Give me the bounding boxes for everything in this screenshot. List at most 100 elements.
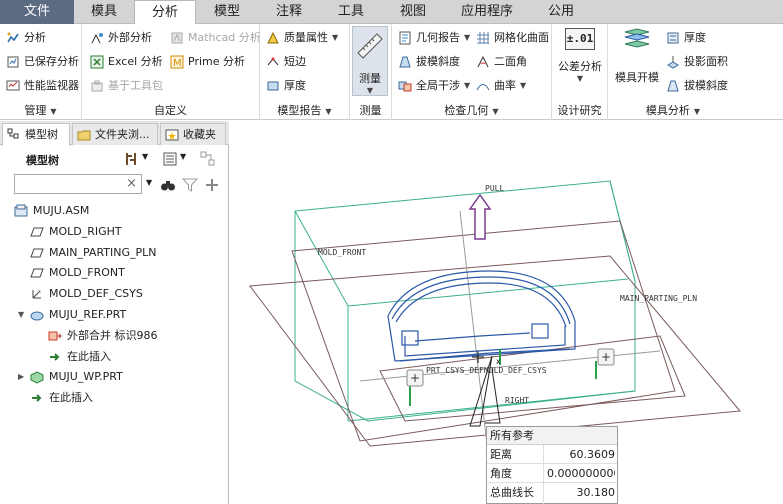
measure-row-distance: 距离 60.3609 [487, 445, 617, 464]
tab-tools[interactable]: 工具 [320, 0, 382, 24]
tab-common[interactable]: 公用 [530, 0, 592, 24]
show-dropdown-icon[interactable]: ▼ [180, 152, 186, 161]
part-geometry [387, 270, 576, 362]
tab-mold[interactable]: 模具 [74, 0, 134, 24]
projected-area-icon [667, 56, 679, 69]
search-row: × ▼ [0, 173, 229, 197]
tab-file[interactable]: 文件 [0, 0, 74, 24]
tolerance-analysis-button[interactable]: ±.01 公差分析 ▼ [555, 28, 605, 90]
global-interference-button[interactable]: 全局干涉 ▼ [398, 76, 470, 96]
short-edge-icon [267, 57, 279, 66]
curvature-button[interactable]: 曲率 ▼ [476, 76, 526, 96]
curvature-icon [476, 84, 490, 91]
tree-header: 模型树 ▼ ▼ [0, 147, 229, 171]
external-analysis-button[interactable]: 外部分析 [90, 28, 152, 48]
analysis-button[interactable]: 分析 [6, 28, 46, 48]
mesh-surface-button[interactable]: 网格化曲面 [476, 28, 549, 48]
mathcad-icon [171, 32, 183, 44]
show-list-icon[interactable] [162, 151, 178, 167]
tree-item[interactable]: MOLD_FRONT [30, 263, 125, 283]
geometry-report-button[interactable]: 几何报告 ▼ [398, 28, 470, 48]
panel-tabs: 模型树 文件夹浏... 收藏夹 [0, 121, 229, 146]
tree-item[interactable]: 外部合并 标识986 [48, 326, 158, 346]
tree-item-label: MOLD_DEF_CSYS [49, 287, 143, 301]
favorites-icon [165, 129, 179, 140]
dihedral-angle-button[interactable]: 二面角 [476, 52, 527, 72]
mass-properties-icon [267, 31, 279, 44]
mass-properties-button[interactable]: 质量属性 ▼ [266, 28, 338, 48]
workpiece-icon [30, 371, 44, 384]
tab-favorites[interactable]: 收藏夹 [160, 123, 226, 145]
tree-item[interactable]: MAIN_PARTING_PLN [30, 243, 157, 263]
tab-model[interactable]: 模型 [196, 0, 258, 24]
group-mold-analysis-label[interactable]: 模具分析 ▼ [608, 102, 738, 118]
clear-search-icon[interactable]: × [126, 176, 137, 191]
tree-item[interactable]: MOLD_RIGHT [30, 222, 122, 242]
collapse-icon[interactable]: ▼ [18, 305, 30, 325]
draft-button[interactable]: 拔模斜度 [398, 52, 460, 72]
settings-dropdown-icon[interactable]: ▼ [142, 152, 148, 161]
analysis-icon [7, 32, 19, 43]
pull-direction-arrow [468, 193, 492, 240]
tree-item[interactable]: x MOLD_DEF_CSYS [30, 284, 143, 304]
find-binoculars-icon[interactable] [160, 177, 176, 193]
performance-monitor-button[interactable]: 性能监视器 [6, 76, 79, 96]
measure-button[interactable]: 测量 ▼ [352, 26, 388, 96]
ribbon: 分析 已保存分析 性能监视器 管理 ▼ 外部分析 Mathcad 分析 Excel… [0, 24, 783, 120]
tab-folder-browser[interactable]: 文件夹浏... [72, 123, 158, 145]
measure-result-popup[interactable]: 所有参考 距离 60.3609 角度 0.000000000 总曲线长度 30.… [486, 426, 618, 504]
group-design-study: ±.01 公差分析 ▼ 设计研究 [552, 24, 608, 120]
group-custom-label: 自定义 [154, 104, 187, 117]
short-edge-button[interactable]: 短边 [266, 52, 306, 72]
mold-thickness-button[interactable]: 厚度 [666, 28, 706, 48]
external-analysis-icon [91, 33, 103, 44]
add-column-icon[interactable] [204, 177, 220, 193]
tree-search-input[interactable]: × [14, 174, 142, 194]
mold-csys-label: MOLD_DEF_CSYS [484, 366, 547, 375]
group-manage: 分析 已保存分析 性能监视器 管理 ▼ [0, 24, 82, 120]
tree-item[interactable]: 在此插入 [30, 388, 93, 408]
expand-handle-left[interactable]: + [406, 369, 424, 387]
draft-icon [399, 56, 411, 68]
filter-icon[interactable] [182, 177, 198, 193]
tab-analysis[interactable]: 分析 [134, 0, 196, 25]
expand-icon[interactable]: ▶ [18, 367, 30, 387]
group-manage-label[interactable]: 管理 ▼ [0, 102, 81, 118]
mathcad-analysis-button[interactable]: Mathcad 分析 [170, 28, 261, 48]
projected-area-button[interactable]: 投影面积 [666, 52, 728, 72]
tree-item-label: MUJU_REF.PRT [49, 308, 127, 321]
group-measure-label: 测量 [359, 104, 382, 117]
model-tree-panel: 模型树 文件夹浏... 收藏夹 模型树 ▼ ▼ × ▼ MUJU.ASM MOLD… [0, 121, 229, 504]
svg-text:x: x [496, 357, 501, 366]
prt-csys-label: PRT_CSYS_DEF [426, 366, 484, 375]
insert-here-icon [32, 394, 42, 402]
prime-analysis-button[interactable]: M Prime 分析 [170, 52, 245, 72]
saved-analysis-button[interactable]: 已保存分析 [6, 52, 79, 72]
settings-tools-icon[interactable] [124, 151, 140, 167]
group-inspect-geometry-label[interactable]: 检查几何 ▼ [392, 102, 551, 118]
excel-analysis-button[interactable]: Excel 分析 [90, 52, 163, 72]
thickness-button[interactable]: 厚度 [266, 76, 306, 96]
tab-view[interactable]: 视图 [382, 0, 444, 24]
search-dropdown-icon[interactable]: ▼ [146, 178, 152, 187]
assembly-icon [14, 204, 28, 217]
right-label: RIGHT [505, 396, 529, 405]
toolkit-based-button[interactable]: 基于工具包 [90, 76, 163, 96]
tree-item[interactable]: ▶ MUJU_WP.PRT [18, 367, 123, 387]
group-model-report-label[interactable]: 模型报告 ▼ [260, 102, 349, 118]
tab-applications[interactable]: 应用程序 [444, 0, 530, 24]
tree-filter-config-icon[interactable] [200, 151, 216, 167]
mold-opening-button[interactable]: 模具开模 [610, 28, 664, 88]
menu-bar: 文件 模具 分析 模型 注释 工具 视图 应用程序 公用 [0, 0, 783, 25]
tab-model-tree[interactable]: 模型树 [2, 123, 70, 146]
global-interference-icon [398, 81, 412, 92]
csys-icon: x [32, 289, 41, 299]
tree-item[interactable]: ▼ MUJU_REF.PRT [18, 305, 126, 325]
expand-handle-right[interactable]: + [597, 348, 615, 366]
mold-draft-button[interactable]: 拔模斜度 [666, 76, 728, 96]
tree-item[interactable]: MUJU.ASM [14, 201, 89, 221]
svg-text:+: + [410, 371, 420, 385]
tab-annotate[interactable]: 注释 [258, 0, 320, 24]
tree-item[interactable]: 在此插入 [48, 347, 111, 367]
group-custom: 外部分析 Mathcad 分析 Excel 分析 M Prime 分析 基于工具… [82, 24, 261, 120]
